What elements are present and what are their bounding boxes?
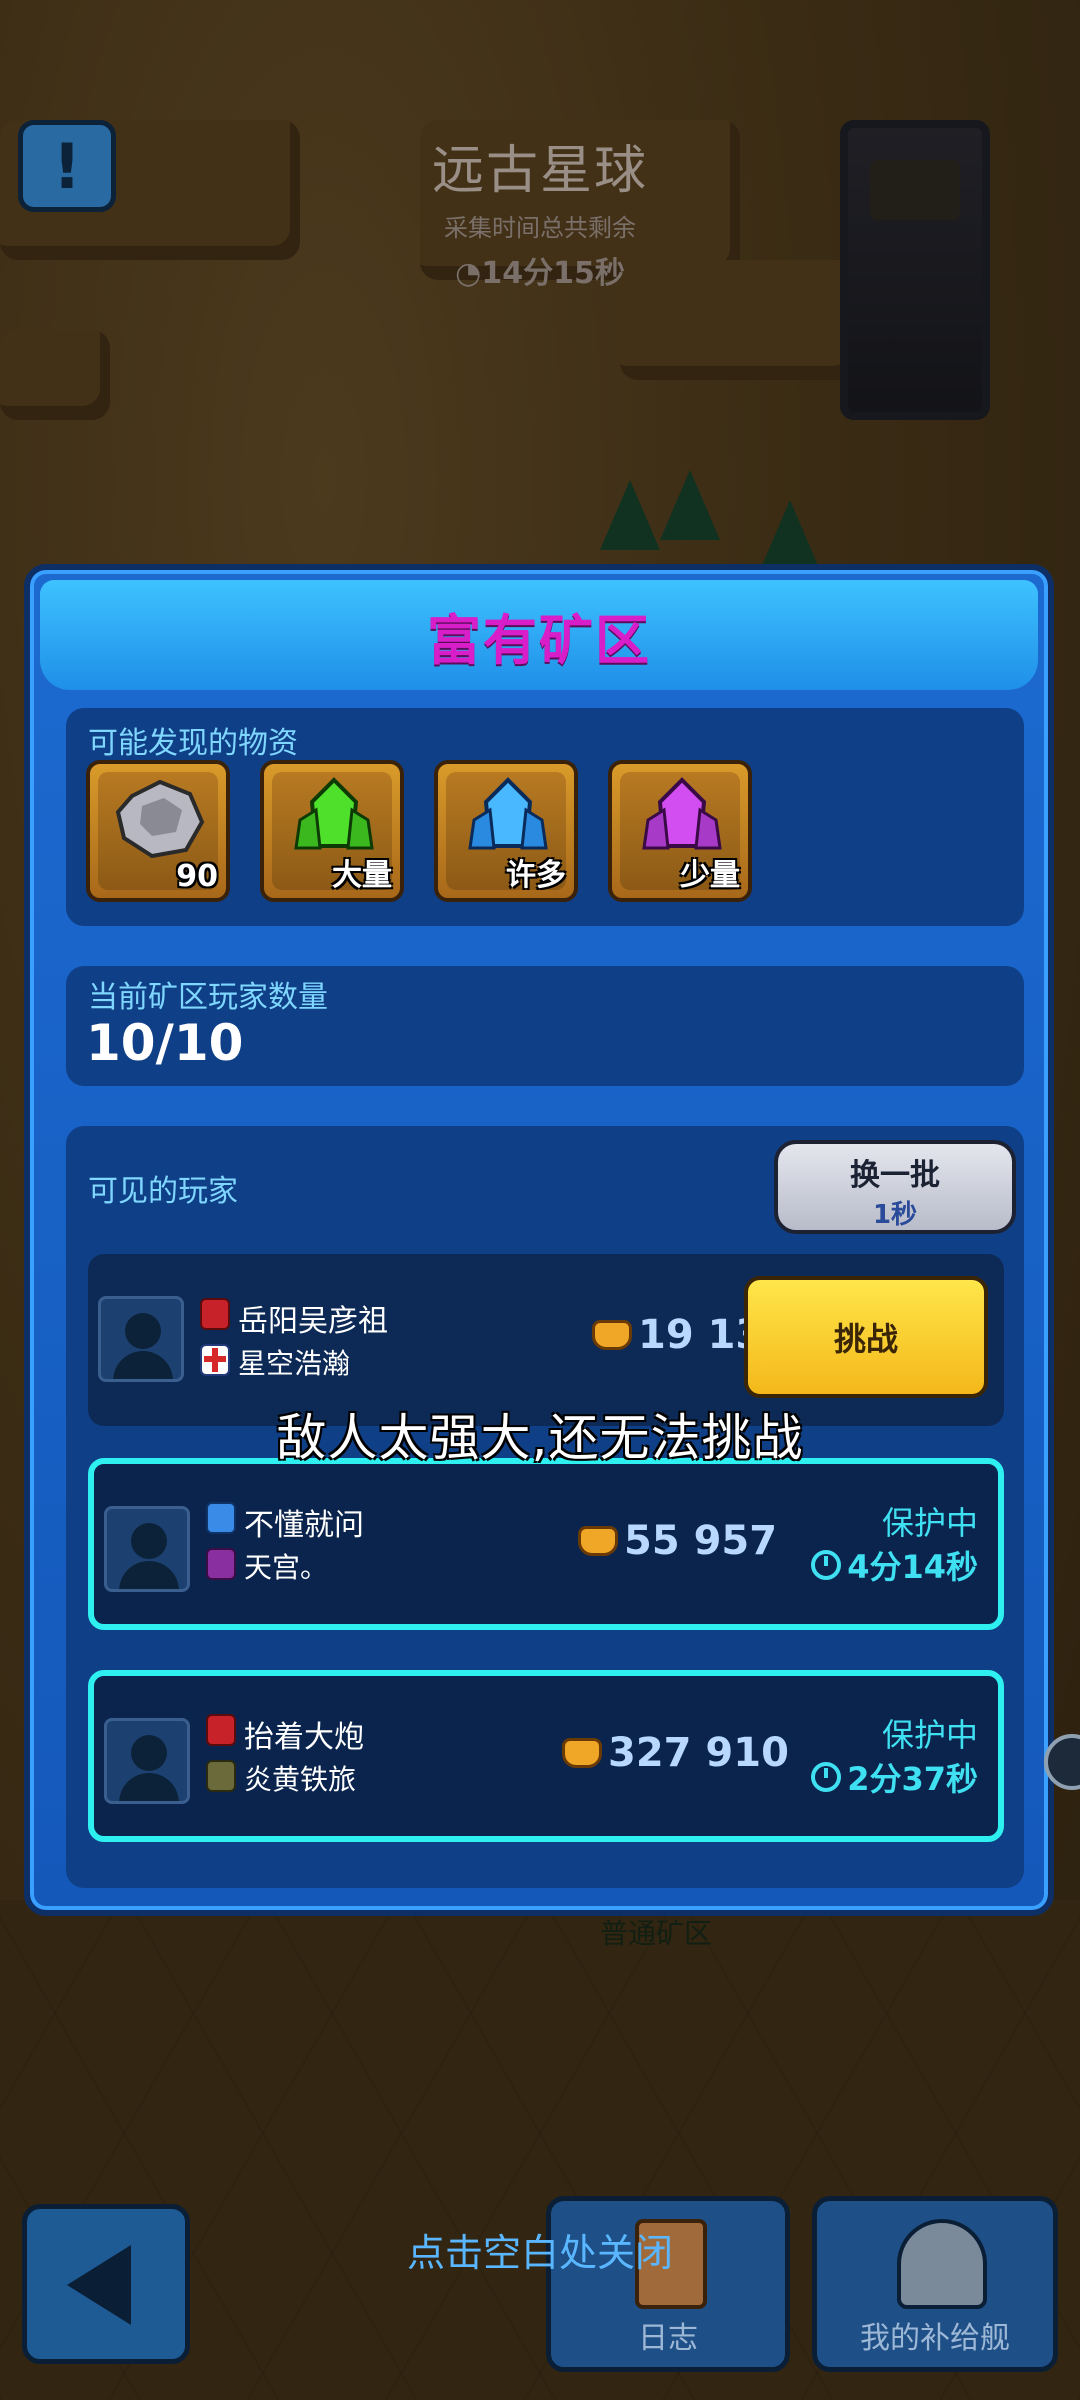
resource-tile-green[interactable]: 大量 [260, 760, 404, 902]
player-card: 抬着大炮 炎黄铁旅 327 910 保护中 2分37秒 [88, 1670, 1004, 1842]
player-guild: 天宫。 [244, 1551, 329, 1584]
power-display: 55 957 [578, 1516, 777, 1566]
resources-panel: 可能发现的物资 90 大量 许多 少量 [66, 708, 1024, 926]
power-fist-icon [578, 1526, 618, 1556]
avatar[interactable] [98, 1296, 184, 1382]
guild-emblem-icon [200, 1344, 230, 1376]
refresh-label: 换一批 [850, 1158, 940, 1193]
mine-dialog: 富有矿区 可能发现的物资 90 大量 许多 少量 当前矿区玩家数量 10/10 … [24, 564, 1054, 1916]
rank-emblem-icon [206, 1502, 236, 1534]
power-display: 327 910 [562, 1728, 789, 1778]
protection-timer: 4分14秒 [811, 1542, 978, 1588]
log-label: 日志 [638, 2321, 698, 2356]
player-count-label: 当前矿区玩家数量 [88, 980, 328, 1015]
ore-rock-icon [115, 779, 205, 859]
avatar[interactable] [104, 1718, 190, 1804]
resource-qty: 许多 [506, 858, 566, 893]
collect-time-label: 采集时间总共剩余 [444, 214, 636, 242]
guild-emblem-icon [206, 1548, 236, 1580]
player-guild: 炎黄铁旅 [244, 1763, 357, 1796]
resource-tile-ore[interactable]: 90 [86, 760, 230, 902]
resource-qty: 大量 [332, 858, 392, 893]
rank-emblem-icon [206, 1714, 236, 1746]
player-count-panel: 当前矿区玩家数量 10/10 [66, 966, 1024, 1086]
protection-status: 保护中 [881, 1504, 978, 1542]
player-count-value: 10/10 [86, 1014, 244, 1072]
visible-players-panel: 可见的玩家 换一批 1秒 岳阳吴彦祖 星空浩瀚 19 134 挑战 不懂就问 天… [66, 1126, 1024, 1888]
resources-label: 可能发现的物资 [88, 726, 298, 761]
protection-status: 保护中 [881, 1716, 978, 1754]
supply-ship-label: 我的补给舰 [860, 2321, 1010, 2356]
resource-tile-blue[interactable]: 许多 [434, 760, 578, 902]
player-card: 不懂就问 天宫。 55 957 保护中 4分14秒 [88, 1458, 1004, 1630]
refresh-button[interactable]: 换一批 1秒 [774, 1140, 1016, 1234]
protection-timer: 2分37秒 [811, 1754, 978, 1800]
visible-players-label: 可见的玩家 [88, 1174, 238, 1209]
resource-qty: 少量 [680, 858, 740, 893]
toast-message: 敌人太强大,还无法挑战 [276, 1409, 804, 1467]
planet-title: 远古星球 [431, 141, 648, 201]
protection-timer-value: 4分14秒 [847, 1548, 978, 1586]
dialog-title: 富有矿区 [427, 608, 651, 672]
avatar[interactable] [104, 1506, 190, 1592]
protection-timer-value: 2分37秒 [847, 1760, 978, 1798]
dialog-header: 富有矿区 [40, 580, 1038, 690]
power-value: 327 910 [608, 1730, 789, 1776]
guild-emblem-icon [206, 1760, 236, 1792]
power-fist-icon [592, 1320, 632, 1350]
collect-timer: ◔14分15秒 [455, 256, 625, 291]
power-fist-icon [562, 1738, 602, 1768]
collect-timer-value: 14分15秒 [481, 256, 625, 291]
player-name: 抬着大炮 [244, 1720, 364, 1755]
clock-icon [811, 1550, 842, 1580]
close-hint: 点击空白处关闭 [406, 2231, 673, 2275]
clock-icon [811, 1762, 842, 1792]
refresh-timer: 1秒 [872, 1200, 918, 1230]
player-name: 岳阳吴彦祖 [238, 1304, 388, 1339]
resource-qty: 90 [176, 859, 218, 894]
challenge-button[interactable]: 挑战 [744, 1276, 988, 1398]
power-value: 55 957 [624, 1518, 778, 1564]
player-name: 不懂就问 [244, 1508, 364, 1543]
rank-emblem-icon [200, 1298, 230, 1330]
player-guild: 星空浩瀚 [238, 1347, 351, 1380]
resource-tile-purple[interactable]: 少量 [608, 760, 752, 902]
